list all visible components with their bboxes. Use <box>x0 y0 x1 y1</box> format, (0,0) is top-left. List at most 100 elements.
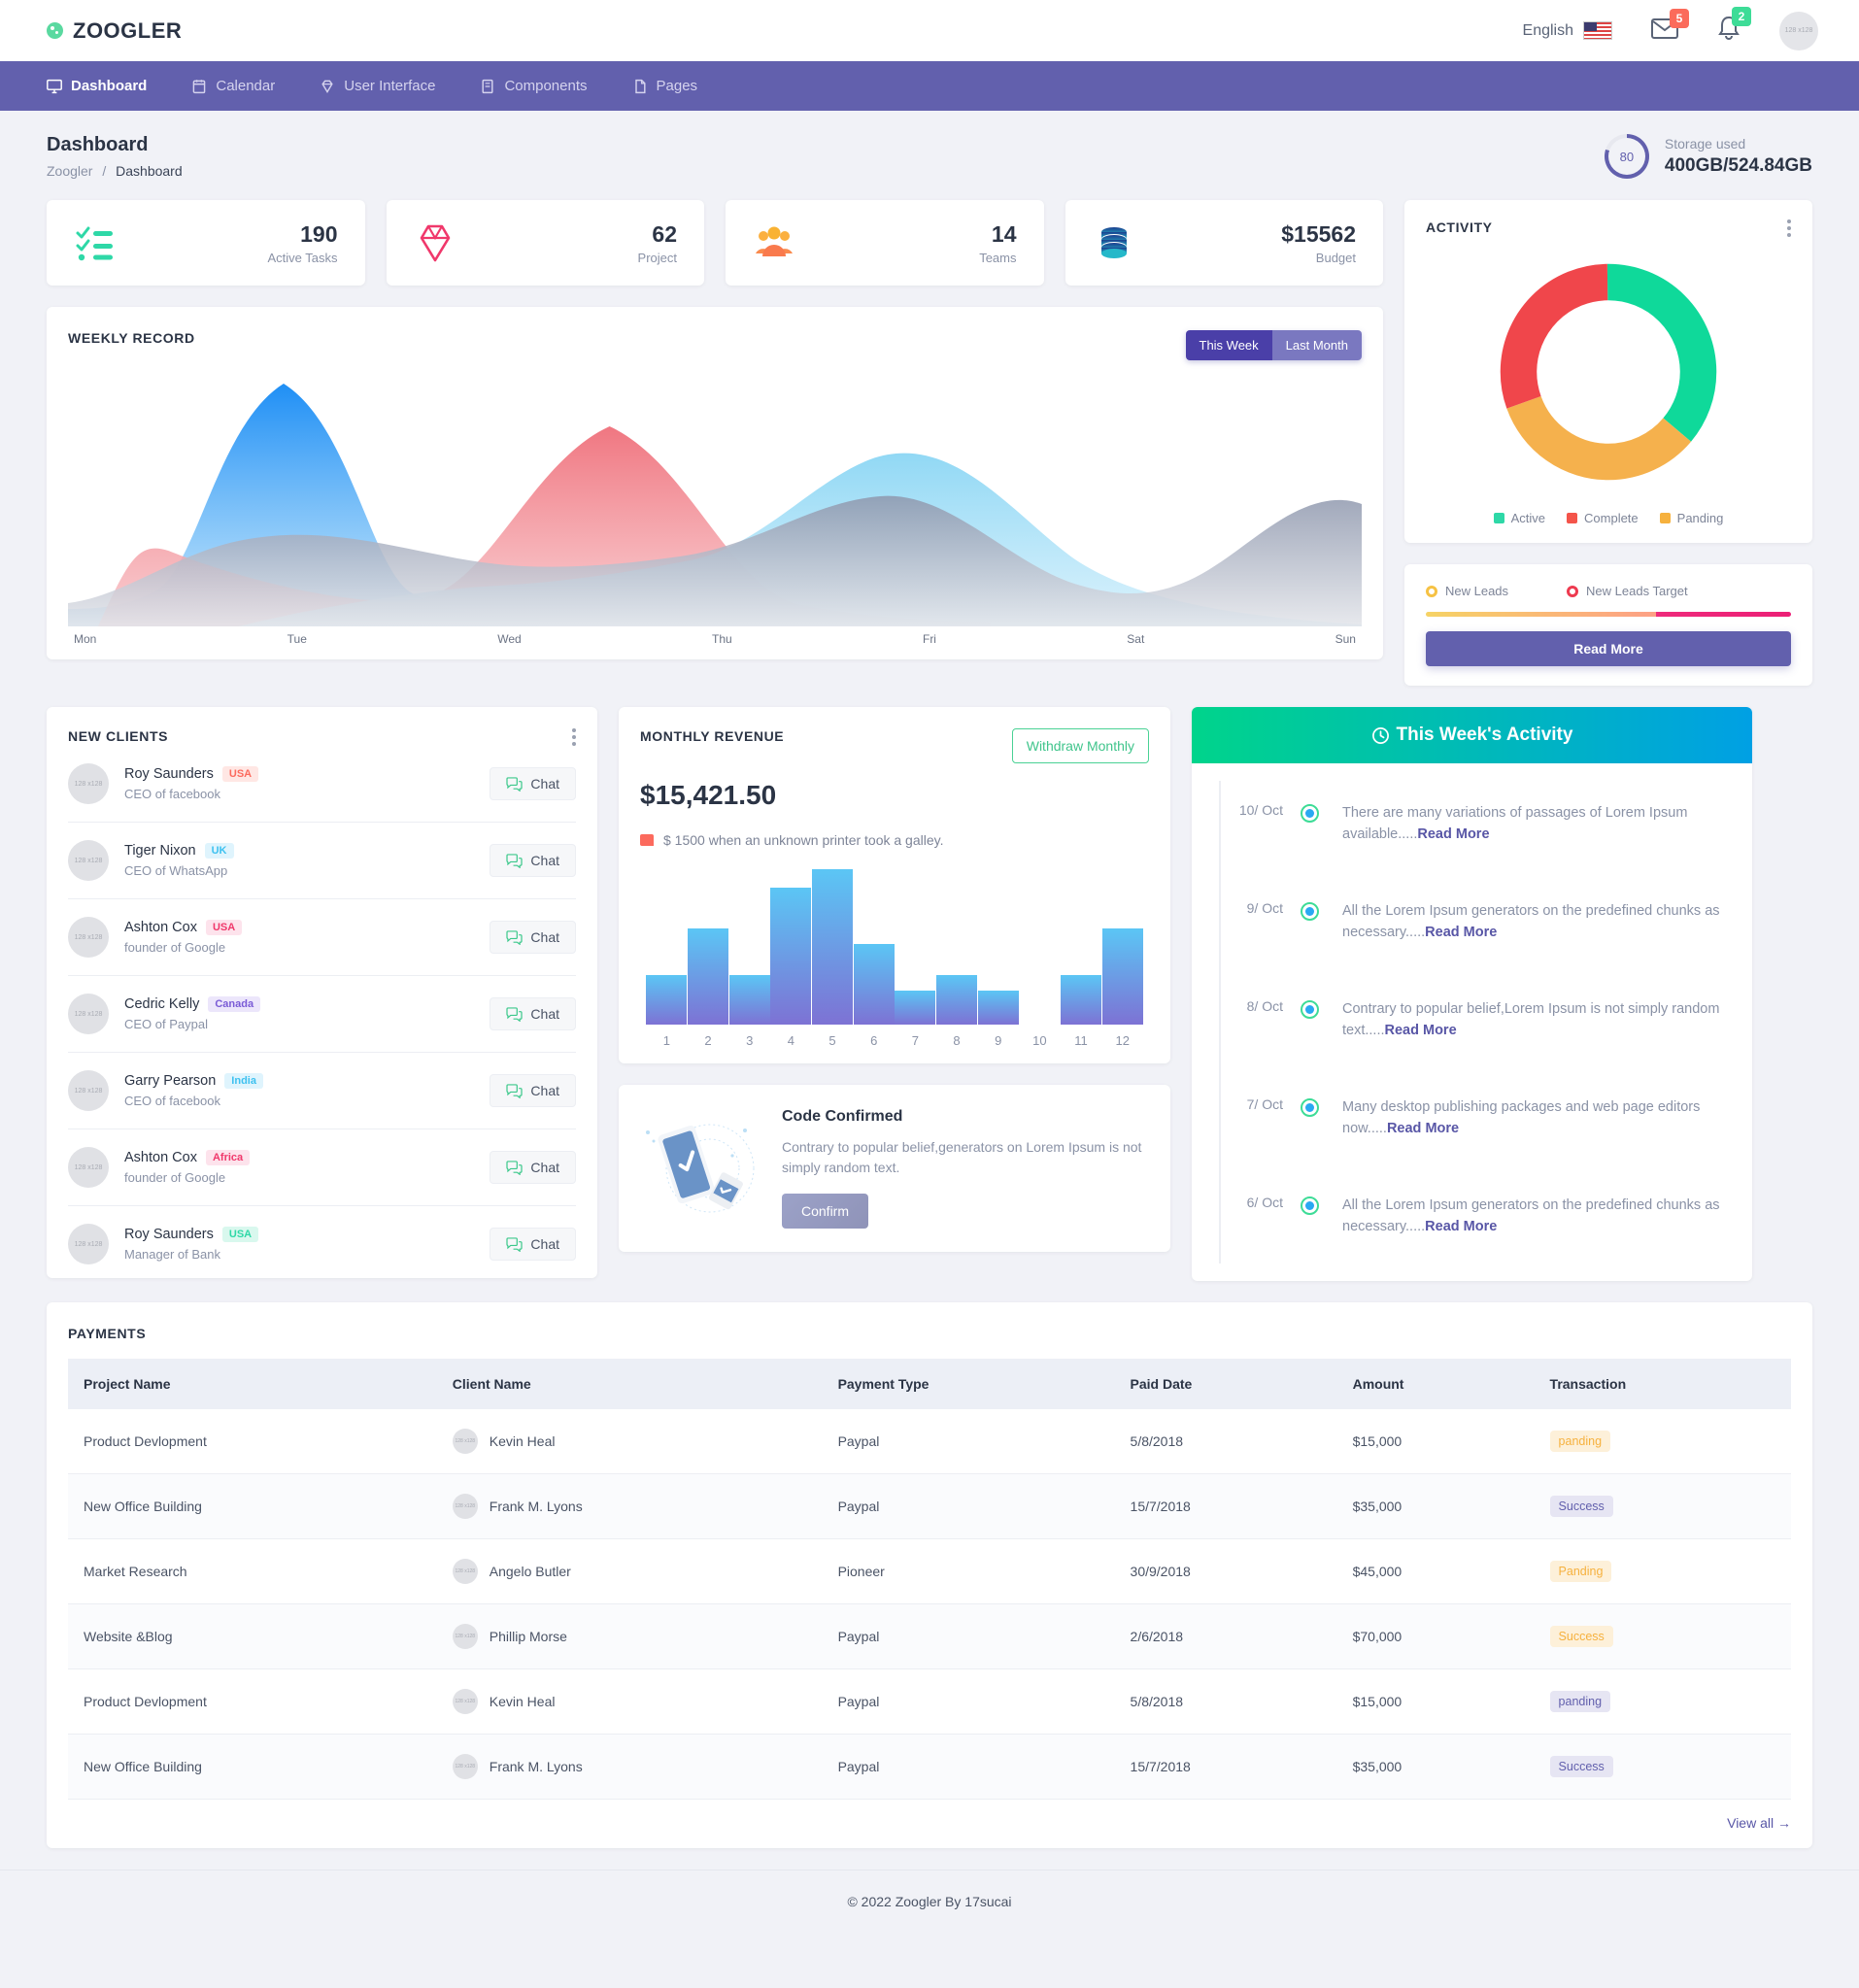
payments-table-row: Product Devlopment 128 x128 Kevin Heal Payp… <box>68 1668 1791 1735</box>
revenue-bar[interactable] <box>936 974 978 1025</box>
stat-card-active-tasks[interactable]: 190 Active Tasks <box>47 200 365 286</box>
cell-amount: $70,000 <box>1336 1603 1535 1669</box>
stats-row: 190 Active Tasks 62 Project 14 Teams $15… <box>47 200 1383 286</box>
client-info: Garry Pearson India CEO of facebook <box>124 1073 263 1108</box>
confirm-button[interactable]: Confirm <box>782 1194 869 1229</box>
storage-value: 400GB/524.84GB <box>1664 155 1812 176</box>
chat-button[interactable]: Chat <box>490 921 576 954</box>
revenue-column: MONTHLY REVENUE Withdraw Monthly $15,421… <box>619 707 1170 1252</box>
week-activity-title: This Week's Activity <box>1396 724 1573 745</box>
revenue-bar[interactable] <box>853 943 895 1025</box>
client-list-item: 128 x128 Cedric Kelly Canada CEO of Paypal C… <box>68 976 576 1053</box>
legend-swatch-active <box>1493 513 1504 523</box>
read-more-button[interactable]: Read More <box>1426 631 1791 666</box>
stat-card-budget[interactable]: $15562 Budget <box>1065 200 1383 286</box>
messages-button[interactable]: 5 <box>1651 9 1689 44</box>
note-text: $ 1500 when an unknown printer took a ga… <box>663 832 944 848</box>
more-vertical-icon[interactable] <box>572 728 576 746</box>
revenue-bar[interactable] <box>812 869 854 1025</box>
storage-text: Storage used 400GB/524.84GB <box>1665 136 1812 177</box>
revenue-bar[interactable] <box>1061 974 1102 1025</box>
new-leads-legend: New Leads New Leads Target <box>1426 584 1791 598</box>
chat-button[interactable]: Chat <box>490 1151 576 1184</box>
revenue-bar[interactable] <box>895 990 936 1025</box>
week-activity-item: 7/ Oct Many desktop publishing packages a… <box>1192 1083 1731 1181</box>
activity-read-more-link[interactable]: Read More <box>1425 1219 1497 1234</box>
week-activity-item: 10/ Oct There are many variations of pass… <box>1192 789 1731 887</box>
stat-values: 14 Teams <box>979 221 1016 265</box>
cell-paid-date: 2/6/2018 <box>1114 1603 1337 1669</box>
activity-title: ACTIVITY <box>1426 219 1493 235</box>
client-role: CEO of facebook <box>124 1094 220 1108</box>
client-avatar: 128 x128 <box>452 1688 478 1714</box>
withdraw-monthly-button[interactable]: Withdraw Monthly <box>1011 728 1149 763</box>
weekly-record-card: WEEKLY RECORD This Week Last Month Mon T… <box>47 307 1383 659</box>
revenue-bar[interactable] <box>728 974 770 1025</box>
nav-item-components[interactable]: Components <box>480 78 588 94</box>
client-name: Ashton Cox USA <box>124 920 243 935</box>
nav-item-pages[interactable]: Pages <box>632 78 697 94</box>
revenue-bar[interactable] <box>688 927 728 1025</box>
revenue-bar-column <box>728 869 770 1025</box>
chat-button[interactable]: Chat <box>490 844 576 877</box>
notifications-button[interactable]: 2 <box>1717 7 1751 46</box>
chat-label: Chat <box>530 776 559 792</box>
toggle-this-week[interactable]: This Week <box>1185 330 1272 360</box>
status-badge: panding <box>1549 1690 1611 1712</box>
chat-button[interactable]: Chat <box>490 997 576 1030</box>
revenue-bar[interactable] <box>977 990 1019 1025</box>
client-name-text: Frank M. Lyons <box>489 1498 583 1514</box>
more-vertical-icon[interactable] <box>1787 219 1791 237</box>
cell-transaction: panding <box>1534 1408 1791 1474</box>
revenue-bar[interactable] <box>1101 927 1143 1025</box>
activity-legend: Active Complete Panding <box>1426 511 1791 525</box>
cell-amount: $35,000 <box>1336 1734 1535 1800</box>
brand-logo[interactable]: ZOOGLER <box>47 18 182 44</box>
activity-read-more-link[interactable]: Read More <box>1417 826 1489 842</box>
x-tick-thu: Thu <box>711 632 732 646</box>
legend-swatch-panding <box>1659 513 1671 523</box>
breadcrumb-root[interactable]: Zoogler <box>47 163 92 179</box>
nav-item-dashboard[interactable]: Dashboard <box>47 78 147 94</box>
left-column: 190 Active Tasks 62 Project 14 Teams $15… <box>47 200 1383 686</box>
stat-label: Project <box>637 250 677 265</box>
client-name-text: Angelo Butler <box>489 1563 571 1579</box>
activity-read-more-link[interactable]: Read More <box>1387 1121 1459 1136</box>
user-avatar[interactable]: 128 x128 <box>1779 11 1818 51</box>
new-leads-progress-bar <box>1426 612 1791 617</box>
view-all-link[interactable]: View all → <box>68 1815 1791 1831</box>
chat-button[interactable]: Chat <box>490 1074 576 1107</box>
cell-transaction: panding <box>1534 1668 1791 1735</box>
chat-button[interactable]: Chat <box>490 767 576 800</box>
stat-values: 62 Project <box>638 221 677 265</box>
client-role: CEO of Paypal <box>124 1017 208 1031</box>
chat-button[interactable]: Chat <box>490 1228 576 1261</box>
us-flag-icon <box>1583 21 1612 40</box>
chat-label: Chat <box>530 1236 559 1252</box>
status-badge: panding <box>1549 1430 1611 1452</box>
calendar-icon <box>193 79 206 93</box>
language-selector[interactable]: English <box>1523 21 1612 40</box>
client-role: CEO of WhatsApp <box>124 863 228 878</box>
nav-item-user-interface[interactable]: User Interface <box>320 78 435 94</box>
page-title: Dashboard <box>47 134 149 155</box>
timeline-dot-icon <box>1301 1097 1319 1117</box>
legend-label-complete: Complete <box>1584 511 1639 525</box>
revenue-bar[interactable] <box>770 888 812 1025</box>
activity-read-more-link[interactable]: Read More <box>1385 1023 1457 1038</box>
cell-transaction: Panding <box>1534 1538 1791 1604</box>
nav-item-calendar[interactable]: Calendar <box>191 78 275 94</box>
cell-amount: $15,000 <box>1336 1668 1535 1735</box>
stat-card-teams[interactable]: 14 Teams <box>726 200 1044 286</box>
chat-label: Chat <box>530 929 559 945</box>
activity-read-more-link[interactable]: Read More <box>1425 925 1497 940</box>
revenue-bar[interactable] <box>646 974 688 1025</box>
revenue-bar-column <box>1061 869 1102 1025</box>
phone-confirm-illustration <box>646 1124 755 1213</box>
stat-card-project[interactable]: 62 Project <box>386 200 704 286</box>
revenue-x-tick: 2 <box>704 1033 712 1048</box>
activity-date: 10/ Oct <box>1238 802 1283 818</box>
toggle-last-month[interactable]: Last Month <box>1271 330 1362 360</box>
timeline-dot-icon <box>1301 804 1319 823</box>
legend-new-leads: New Leads <box>1426 584 1508 598</box>
